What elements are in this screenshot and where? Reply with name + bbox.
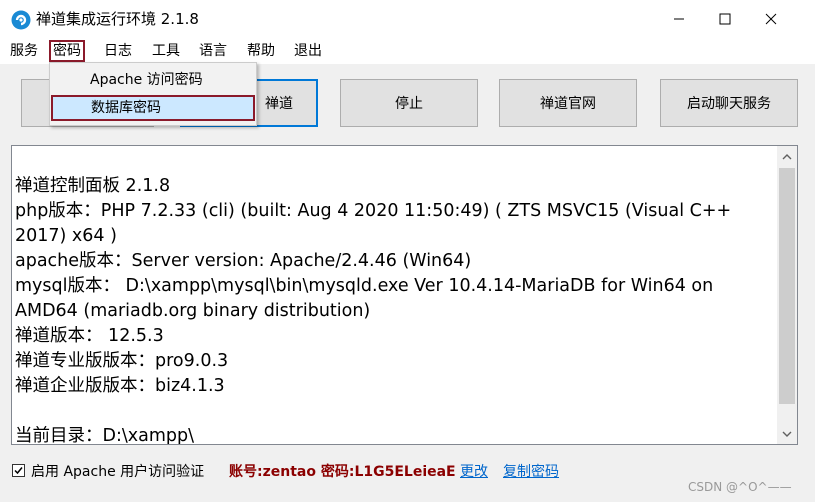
close-button[interactable] <box>748 0 794 38</box>
console-line: php版本：PHP 7.2.33 (cli) (built: Aug 4 202… <box>15 201 732 246</box>
console-line: 当前目录：D:\xampp\ <box>15 426 195 445</box>
dropdown-database-password[interactable]: 数据库密码 <box>51 95 255 121</box>
chevron-up-icon <box>782 154 792 160</box>
chevron-down-icon <box>782 431 792 437</box>
watermark: CSDN @^O^—— <box>688 480 792 494</box>
console-text: 禅道控制面板 2.1.8 php版本：PHP 7.2.33 (cli) (bui… <box>15 174 760 445</box>
console-line: 禅道控制面板 2.1.8 <box>15 176 171 196</box>
console-line: 禅道版本： 12.5.3 <box>15 326 164 346</box>
zentao-logo-icon <box>11 10 31 30</box>
window-title: 禅道集成运行环境 2.1.8 <box>36 10 199 28</box>
menu-tools[interactable]: 工具 <box>148 40 184 62</box>
menu-log[interactable]: 日志 <box>100 40 136 62</box>
menu-exit[interactable]: 退出 <box>290 40 326 62</box>
menu-help[interactable]: 帮助 <box>243 40 279 62</box>
start-chat-button[interactable]: 启动聊天服务 <box>660 79 798 127</box>
scroll-thumb[interactable] <box>779 168 795 404</box>
menu-password[interactable]: 密码 <box>49 40 85 62</box>
console-line: mysql版本： D:\xampp\mysql\bin\mysqld.exe V… <box>15 276 714 321</box>
console-output[interactable]: 禅道控制面板 2.1.8 php版本：PHP 7.2.33 (cli) (bui… <box>11 145 798 445</box>
menu-service[interactable]: 服务 <box>6 40 42 62</box>
close-icon <box>765 13 777 25</box>
dropdown-apache-password[interactable]: Apache 访问密码 <box>50 67 256 93</box>
console-line: apache版本：Server version: Apache/2.4.46 (… <box>15 251 472 271</box>
scroll-down-arrow[interactable] <box>777 424 797 444</box>
stop-button[interactable]: 停止 <box>340 79 478 127</box>
apache-auth-checkbox[interactable] <box>12 464 25 477</box>
title-bar: 禅道集成运行环境 2.1.8 <box>0 0 815 38</box>
minimize-icon <box>674 18 684 20</box>
maximize-button[interactable] <box>702 0 748 38</box>
maximize-icon <box>719 13 731 25</box>
menu-language[interactable]: 语言 <box>195 40 231 62</box>
change-password-link[interactable]: 更改 <box>460 462 488 482</box>
console-line: 禅道企业版版本：biz4.1.3 <box>15 376 225 396</box>
scroll-up-arrow[interactable] <box>777 147 797 167</box>
check-icon <box>14 467 23 475</box>
menu-bar: 服务 密码 日志 工具 语言 帮助 退出 <box>0 38 815 64</box>
console-line: 禅道专业版版本：pro9.0.3 <box>15 351 229 371</box>
copy-password-link[interactable]: 复制密码 <box>503 462 559 482</box>
password-dropdown: Apache 访问密码 数据库密码 <box>49 62 257 126</box>
official-site-button[interactable]: 禅道官网 <box>499 79 637 127</box>
minimize-button[interactable] <box>656 0 702 38</box>
apache-auth-label: 启用 Apache 用户访问验证 <box>31 464 205 480</box>
account-info: 账号:zentao 密码:L1G5ELeieaE <box>229 464 456 480</box>
vertical-scrollbar[interactable] <box>777 146 797 444</box>
access-zentao-label: 禅道 <box>265 96 293 112</box>
